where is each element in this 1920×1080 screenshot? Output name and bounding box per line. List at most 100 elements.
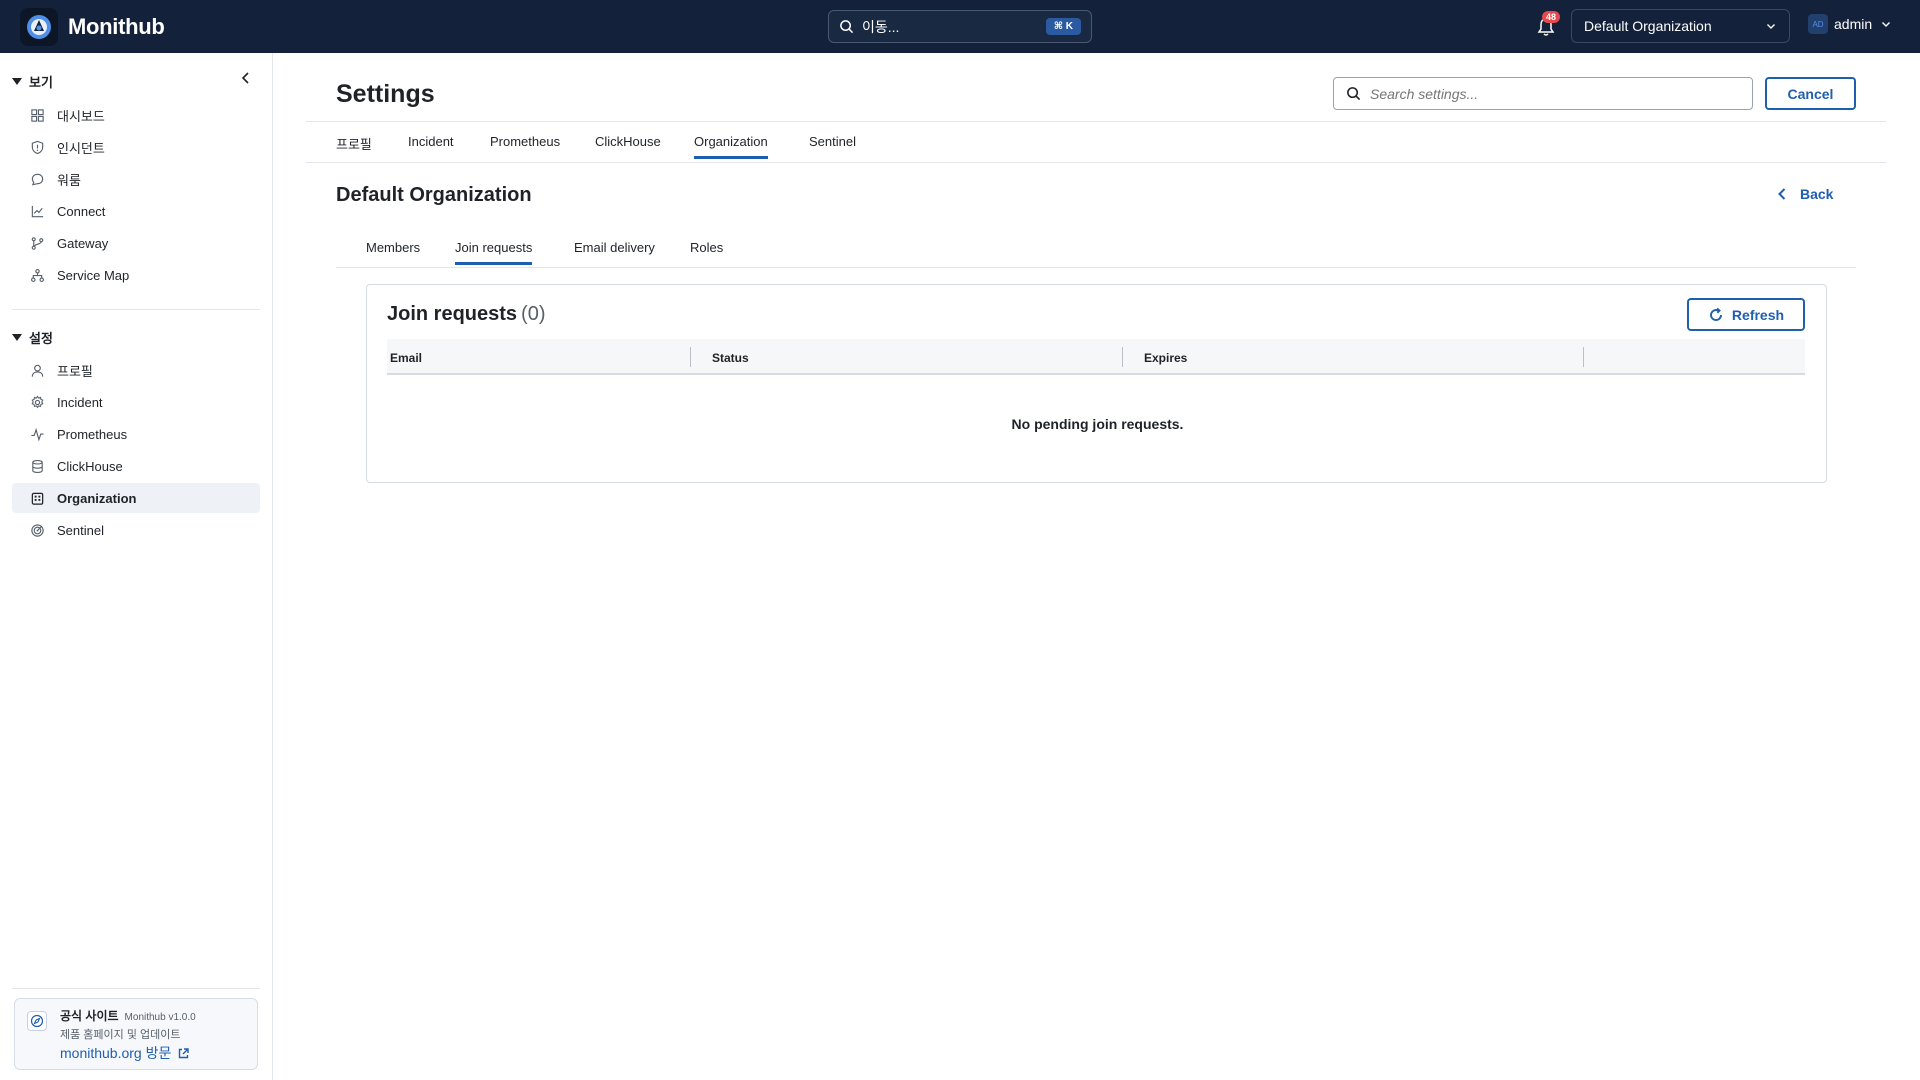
- external-link-icon: [179, 1047, 190, 1058]
- search-icon: [840, 20, 854, 34]
- sidebar-item-warroom[interactable]: 워룸: [12, 164, 260, 194]
- version-label: Monithub v1.0.0: [124, 1012, 196, 1023]
- tab-organization[interactable]: Organization: [694, 134, 768, 159]
- visit-site-link[interactable]: monithub.org 방문: [60, 1043, 190, 1063]
- cancel-button[interactable]: Cancel: [1765, 77, 1856, 110]
- sidebar-item-dashboard[interactable]: 대시보드: [12, 100, 260, 130]
- tab-incident[interactable]: Incident: [408, 134, 454, 159]
- sidebar-item-label: Incident: [57, 394, 103, 410]
- subtab-email-delivery[interactable]: Email delivery: [574, 240, 655, 265]
- refresh-icon: [1709, 307, 1722, 321]
- sitemap-icon: [31, 268, 44, 282]
- brand[interactable]: Monithub: [20, 8, 165, 46]
- chevron-down-icon: [1882, 22, 1891, 27]
- join-requests-card: Join requests (0) Refresh Email Status Ex…: [366, 284, 1827, 483]
- promo-subtitle: 제품 홈페이지 및 업데이트: [60, 1029, 181, 1041]
- sidebar-item-label: ClickHouse: [57, 458, 123, 474]
- sidebar-item-incidents[interactable]: 인시던트: [12, 132, 260, 162]
- collapse-sidebar-icon[interactable]: [236, 68, 256, 88]
- section-label: 보기: [29, 75, 53, 90]
- pulse-icon: [31, 427, 44, 442]
- caret-down-icon: [12, 334, 22, 341]
- subtab-roles[interactable]: Roles: [690, 240, 723, 265]
- user-menu[interactable]: AD admin: [1808, 14, 1892, 34]
- tab-prometheus[interactable]: Prometheus: [490, 134, 560, 159]
- tab-sentinel[interactable]: Sentinel: [809, 134, 856, 159]
- sidebar-item-connect[interactable]: Connect: [12, 196, 260, 226]
- top-bar: Monithub 이동... ⌘ K 48 Default Organizati…: [0, 0, 1920, 53]
- organization-select-value: Default Organization: [1584, 18, 1712, 34]
- radar-icon: [31, 523, 44, 537]
- sidebar-item-label: Sentinel: [57, 522, 104, 538]
- dashboard-icon: [31, 108, 44, 122]
- card-title: Join requests (0): [387, 303, 546, 326]
- refresh-label: Refresh: [1731, 306, 1785, 323]
- sidebar-section-view[interactable]: 보기: [12, 72, 53, 91]
- sidebar-item-label: 인시던트: [57, 140, 105, 156]
- sidebar-item-label: 프로필: [57, 363, 93, 379]
- search-icon: [1347, 87, 1361, 101]
- column-header-status[interactable]: Status: [712, 351, 749, 365]
- sidebar-item-organization[interactable]: Organization: [12, 483, 260, 513]
- sidebar-item-service-map[interactable]: Service Map: [12, 260, 260, 290]
- sidebar-item-incident-settings[interactable]: Incident: [12, 387, 260, 417]
- tabs-divider: [306, 121, 1886, 122]
- settings-search[interactable]: [1333, 77, 1753, 110]
- sidebar: 보기 대시보드 인시던트 워룸 Connect Gateway Service …: [0, 53, 273, 1080]
- subtabs-divider: [336, 267, 1856, 268]
- column-resize-handle[interactable]: [1122, 347, 1123, 367]
- request-count: (0): [521, 303, 546, 325]
- chat-bubble-icon: [31, 173, 44, 185]
- sidebar-item-sentinel[interactable]: Sentinel: [12, 515, 260, 545]
- tabs-bottom-border: [306, 162, 1886, 163]
- database-icon: [32, 459, 43, 473]
- column-resize-handle[interactable]: [1583, 347, 1584, 367]
- empty-state-message: No pending join requests.: [1011, 416, 1184, 432]
- monithub-logo-icon: [20, 8, 58, 46]
- sidebar-item-profile[interactable]: 프로필: [12, 355, 260, 385]
- building-icon: [31, 492, 44, 505]
- tab-profile[interactable]: 프로필: [336, 134, 372, 163]
- settings-search-input[interactable]: [1370, 85, 1730, 102]
- git-branch-icon: [31, 236, 44, 250]
- sidebar-item-label: Gateway: [57, 235, 109, 251]
- notification-count-badge: 48: [1542, 11, 1561, 23]
- caret-down-icon: [12, 78, 22, 85]
- sidebar-item-gateway[interactable]: Gateway: [12, 228, 260, 258]
- user-icon: [31, 364, 44, 377]
- app-name: Monithub: [68, 14, 165, 39]
- sidebar-item-clickhouse[interactable]: ClickHouse: [12, 451, 260, 481]
- sidebar-item-prometheus[interactable]: Prometheus: [12, 419, 260, 449]
- column-header-expires[interactable]: Expires: [1144, 351, 1187, 365]
- avatar: AD: [1808, 14, 1828, 34]
- goto-search-button[interactable]: 이동... ⌘ K: [828, 10, 1092, 43]
- subtab-members[interactable]: Members: [366, 240, 420, 265]
- official-site-card[interactable]: 공식 사이트 Monithub v1.0.0 제품 홈페이지 및 업데이트 mon…: [14, 998, 258, 1070]
- column-resize-handle[interactable]: [690, 347, 691, 367]
- connect-chart-icon: [31, 205, 44, 217]
- sidebar-section-settings[interactable]: 설정: [12, 328, 53, 347]
- refresh-button[interactable]: Refresh: [1687, 298, 1805, 331]
- sidebar-divider: [12, 988, 260, 989]
- sidebar-item-label: 워룸: [57, 172, 81, 188]
- tab-clickhouse[interactable]: ClickHouse: [595, 134, 661, 159]
- card-title-text: Join requests: [387, 303, 518, 325]
- chevron-left-icon: [1778, 188, 1786, 200]
- organization-title: Default Organization: [336, 184, 532, 206]
- gear-icon: [31, 395, 44, 408]
- sidebar-item-label: 대시보드: [57, 108, 105, 124]
- back-button[interactable]: Back: [1776, 186, 1833, 202]
- column-header-email[interactable]: Email: [390, 351, 422, 365]
- sidebar-item-label: Organization: [57, 490, 137, 506]
- page-title: Settings: [336, 80, 435, 108]
- promo-title: 공식 사이트 Monithub v1.0.0: [60, 1007, 196, 1024]
- shield-icon: [31, 140, 44, 154]
- subtab-join-requests[interactable]: Join requests: [455, 240, 533, 265]
- table-header: Email Status Expires: [387, 339, 1805, 375]
- shortcut-badge: ⌘ K: [1045, 18, 1081, 35]
- chevron-down-icon: [1767, 24, 1775, 29]
- sidebar-item-label: Prometheus: [57, 426, 128, 442]
- organization-select[interactable]: Default Organization: [1571, 9, 1790, 43]
- back-label: Back: [1800, 186, 1834, 202]
- promo-title-text: 공식 사이트: [60, 1009, 119, 1023]
